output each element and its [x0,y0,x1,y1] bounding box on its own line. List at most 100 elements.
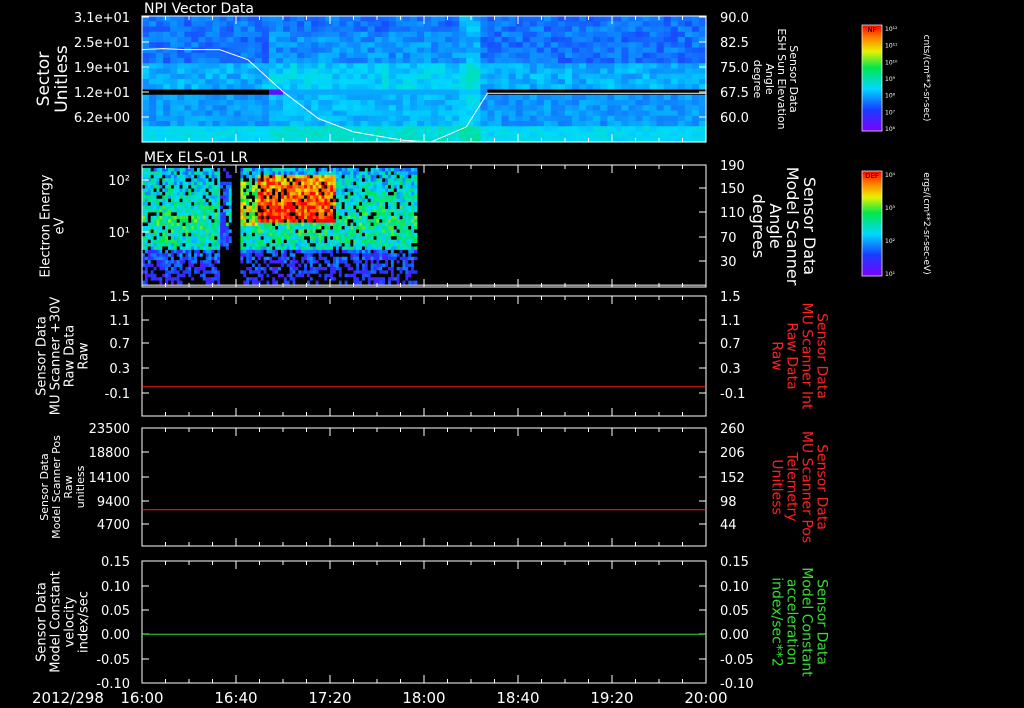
spectrogram-cell [297,58,305,64]
spectrogram-cell [177,79,185,85]
spectrogram-cell [249,181,253,186]
spectrogram-cell [237,178,241,183]
spectrogram-cell [338,266,343,271]
spectrogram-cell [223,208,227,213]
spectrogram-cell [257,174,262,179]
spectrogram-cell [614,100,622,106]
spectrogram-cell [301,246,305,251]
spectrogram-cell [360,121,369,127]
spectrogram-cell [353,243,357,247]
spectrogram-cell [614,89,622,96]
spectrogram-cell [153,205,157,210]
spectrogram-cell [182,243,186,247]
spectrogram-cell [196,178,201,183]
spectrogram-cell [396,273,401,278]
spectrogram-cell [324,236,328,241]
spectrogram-cell [266,168,270,172]
spectrogram-cell [353,94,362,101]
spectrogram-cell [173,232,178,237]
spectrogram-cell [327,239,331,244]
spectrogram-cell [191,226,195,230]
spectrogram-cell [286,219,291,224]
spectrogram-cell [438,84,446,91]
spectrogram-cell [327,181,331,186]
spectrogram-cell [214,277,218,282]
spectrogram-cell [202,239,207,244]
spectrogram-cell [194,277,198,282]
spectrogram-cell [586,73,594,80]
spectrogram-cell [223,226,227,230]
spectrogram-cell [263,198,267,203]
spectrogram-cell [185,273,189,278]
spectrogram-cell [159,253,163,258]
els-spectrogram [142,168,418,285]
spectrogram-cell [165,222,169,227]
spectrogram-cell [260,178,265,183]
spectrogram-cell [217,195,221,200]
spectrogram-cell [251,226,256,230]
spectrogram-cell [395,68,404,75]
spectrogram-cell [370,191,375,196]
spectrogram-cell [656,58,665,64]
spectrogram-cell [225,246,230,251]
spectrogram-cell [176,226,181,230]
spectrogram-cell [536,131,545,138]
spectrogram-cell [208,168,212,172]
spectrogram-cell [306,198,311,203]
spectrogram-cell [217,229,221,234]
spectrogram-cell [459,21,467,28]
spectrogram-cell [208,212,212,217]
spectrogram-cell [231,191,236,196]
spectrogram-cell [231,208,236,213]
spectrogram-cell [466,21,474,28]
spectrogram-cell [179,168,184,172]
spectrogram-cell [240,263,244,268]
spectrogram-cell [194,249,198,254]
spectrogram-cell [649,68,658,75]
spectrogram-cell [318,110,326,117]
spectrogram-cell [399,208,403,213]
spectrogram-cell [196,270,201,275]
spectrogram-cell [550,31,559,38]
spectrogram-cell [199,236,204,241]
spectrogram-cell [360,84,369,91]
spectrogram-cell [233,115,242,122]
spectrogram-cell [312,280,317,285]
spectrogram-cell [269,232,273,237]
spectrogram-cell [223,232,227,237]
spectrogram-cell [228,171,233,176]
spectrogram-cell [536,47,545,54]
spectrogram-cell [416,105,425,112]
spectrogram-cell [214,212,218,217]
spectrogram-cell [382,232,386,237]
spectrogram-cell [231,280,236,285]
spectrogram-cell [266,266,270,271]
spectrogram-cell [257,198,262,203]
spectrogram-cell [684,73,693,80]
spectrogram-cell [409,131,418,138]
spectrogram-cell [393,270,398,275]
spectrogram-cell [260,208,265,213]
spectrogram-cell [359,270,363,275]
spectrogram-cell [579,94,587,101]
spectrogram-cell [335,266,340,271]
spectrogram-cell [199,263,204,268]
spectrogram-cell [240,84,249,91]
spectrogram-cell [191,277,195,282]
spectrogram-cell [466,94,474,101]
spectrogram-cell [194,205,198,210]
spectrogram-cell [374,68,383,75]
spectrogram-cell [522,94,531,101]
spectrogram-cell [424,115,432,122]
spectrogram-cell [225,280,230,285]
spectrogram-cell [153,185,157,189]
spectrogram-cell [480,105,489,112]
spectrogram-cell [211,280,215,285]
spectrogram-cell [173,277,178,282]
spectrogram-cell [332,105,340,112]
spectrogram-cell [431,115,439,122]
spectrogram-cell [324,270,328,275]
spectrogram-cell [149,26,157,33]
spectrogram-cell [231,260,236,265]
spectrogram-cell [356,174,360,179]
